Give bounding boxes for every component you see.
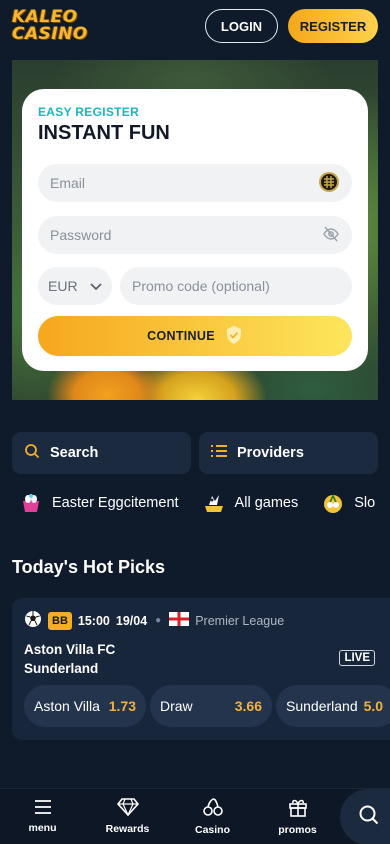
odds-home-button[interactable]: Aston Villa 1.73 bbox=[24, 685, 146, 727]
odds-away-button[interactable]: Sunderland 5.0 bbox=[276, 685, 390, 727]
nav-casino[interactable]: Casino bbox=[170, 789, 255, 844]
search-button[interactable]: Search bbox=[12, 432, 191, 474]
odds-value: 1.73 bbox=[108, 698, 136, 714]
odds-value: 3.66 bbox=[234, 698, 262, 714]
england-flag-icon bbox=[169, 612, 190, 629]
category-label: All games bbox=[234, 495, 299, 511]
category-strip: Easter Eggcitement All games Slo bbox=[20, 486, 375, 520]
providers-label: Providers bbox=[237, 445, 304, 461]
odds-row: Aston Villa 1.73 Draw 3.66 Sunderland 5.… bbox=[24, 685, 390, 727]
match-date: 19/04 bbox=[115, 613, 148, 628]
cherries-icon bbox=[202, 797, 223, 820]
easter-egg-icon bbox=[20, 492, 42, 514]
hero-banner: EASY REGISTER INSTANT FUN Email Password… bbox=[12, 60, 378, 400]
diamond-icon bbox=[116, 798, 139, 819]
all-games-icon bbox=[203, 492, 225, 514]
category-label: Easter Eggcitement bbox=[52, 495, 179, 511]
nav-promos[interactable]: promos bbox=[255, 789, 340, 844]
nav-rewards[interactable]: Rewards bbox=[85, 789, 170, 844]
home-team: Aston Villa FC bbox=[24, 642, 116, 657]
league-name: Premier League bbox=[195, 613, 285, 628]
chevron-down-icon bbox=[90, 278, 102, 294]
page: KALEO CASINO LOGIN REGISTER EASY REGISTE… bbox=[0, 0, 390, 844]
password-manager-icon[interactable] bbox=[318, 171, 340, 196]
form-eyebrow: EASY REGISTER bbox=[38, 105, 140, 119]
odds-label: Draw bbox=[160, 698, 193, 714]
quick-actions: Search Providers bbox=[12, 432, 378, 474]
continue-button[interactable]: CONTINUE bbox=[38, 316, 352, 356]
odds-value: 5.0 bbox=[363, 698, 384, 714]
match-meta: BB 15:00 19/04 ● Premier League bbox=[24, 610, 378, 631]
search-label: Search bbox=[50, 445, 99, 461]
search-icon bbox=[24, 443, 40, 463]
login-button[interactable]: LOGIN bbox=[205, 9, 278, 43]
form-title: INSTANT FUN bbox=[38, 122, 170, 144]
providers-button[interactable]: Providers bbox=[199, 432, 378, 474]
match-time: 15:00 bbox=[77, 613, 110, 628]
list-icon bbox=[211, 444, 227, 462]
odds-draw-button[interactable]: Draw 3.66 bbox=[150, 685, 272, 727]
password-placeholder: Password bbox=[50, 227, 112, 243]
hamburger-icon bbox=[33, 799, 53, 818]
bet-builder-badge: BB bbox=[48, 611, 72, 630]
search-icon bbox=[358, 804, 380, 831]
nav-rewards-label: Rewards bbox=[105, 823, 150, 835]
nav-search-button[interactable] bbox=[340, 789, 390, 844]
match-teams: Aston Villa FC Sunderland bbox=[24, 640, 115, 678]
category-label: Slo bbox=[354, 495, 376, 511]
shield-check-icon bbox=[225, 325, 243, 348]
eye-off-icon[interactable] bbox=[322, 225, 340, 246]
email-field[interactable]: Email bbox=[38, 164, 352, 202]
away-team: Sunderland bbox=[24, 661, 99, 676]
nav-menu-label: menu bbox=[28, 822, 57, 834]
promo-placeholder: Promo code (optional) bbox=[132, 278, 270, 294]
slots-icon bbox=[322, 492, 344, 514]
promo-code-field[interactable]: Promo code (optional) bbox=[120, 267, 352, 305]
continue-label: CONTINUE bbox=[147, 329, 215, 343]
gift-icon bbox=[288, 797, 308, 820]
bottom-nav: menu Rewards Casino promos bbox=[0, 788, 390, 844]
currency-promo-row: EUR Promo code (optional) bbox=[38, 267, 352, 305]
category-slots[interactable]: Slo bbox=[322, 492, 375, 514]
currency-select[interactable]: EUR bbox=[38, 267, 112, 305]
kaleo-casino-logo[interactable]: KALEO CASINO bbox=[12, 9, 88, 43]
live-badge: LIVE bbox=[339, 650, 375, 666]
password-field[interactable]: Password bbox=[38, 216, 352, 254]
email-placeholder: Email bbox=[50, 175, 86, 191]
logo-line2: CASINO bbox=[12, 24, 88, 44]
registration-form: EASY REGISTER INSTANT FUN Email Password… bbox=[22, 89, 368, 371]
odds-label: Aston Villa bbox=[34, 698, 100, 714]
register-button[interactable]: REGISTER bbox=[288, 9, 378, 43]
category-all-games[interactable]: All games bbox=[203, 492, 299, 514]
football-icon bbox=[24, 610, 42, 631]
section-title-hot-picks: Today's Hot Picks bbox=[12, 557, 165, 577]
nav-casino-label: Casino bbox=[194, 824, 230, 836]
header-buttons: LOGIN REGISTER bbox=[205, 9, 378, 43]
category-easter-eggcitement[interactable]: Easter Eggcitement bbox=[20, 492, 179, 514]
header: KALEO CASINO LOGIN REGISTER bbox=[0, 0, 390, 52]
separator-dot: ● bbox=[155, 615, 162, 626]
nav-menu[interactable]: menu bbox=[0, 789, 85, 844]
currency-value: EUR bbox=[48, 278, 78, 294]
match-card[interactable]: BB 15:00 19/04 ● Premier League Aston Vi… bbox=[12, 598, 390, 740]
nav-promos-label: promos bbox=[278, 824, 317, 836]
odds-label: Sunderland bbox=[286, 698, 358, 714]
